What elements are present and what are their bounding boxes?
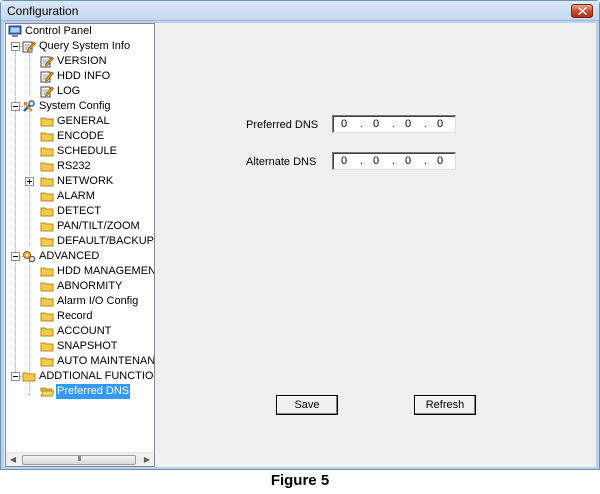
expand-toggle-query-system-info[interactable] — [11, 42, 20, 51]
computer-icon — [8, 25, 22, 37]
ip-octet: 0 — [341, 155, 348, 167]
tree-item-label: NETWORK — [57, 175, 114, 187]
notepad-pencil-icon — [40, 71, 54, 83]
folder-icon — [40, 162, 54, 172]
tree-item-label: VERSION — [57, 55, 107, 67]
tree-horizontal-scrollbar[interactable]: ◀ III ▶ — [6, 452, 154, 466]
expand-toggle-addtional-function[interactable] — [11, 372, 20, 381]
close-icon — [578, 7, 587, 15]
alternate-dns-label: Alternate DNS — [246, 156, 317, 168]
save-button[interactable]: Save — [276, 395, 338, 415]
folder-icon — [40, 297, 54, 307]
refresh-button[interactable]: Refresh — [414, 395, 476, 415]
notepad-pencil-icon — [40, 86, 54, 98]
folder-icon — [40, 342, 54, 352]
title-bar[interactable]: Configuration — [1, 1, 599, 21]
ip-separator: . — [392, 118, 396, 130]
ip-octet: 0 — [373, 155, 380, 167]
tree-item-label: ENCODE — [57, 130, 105, 142]
tree-line — [29, 381, 30, 396]
figure-caption: Figure 5 — [270, 472, 330, 489]
folder-icon — [40, 282, 54, 292]
tree-item-label: System Config — [39, 100, 111, 112]
tree-item-label: Record — [57, 310, 93, 322]
tree-item-label: SNAPSHOT — [57, 340, 118, 352]
close-button[interactable] — [571, 4, 593, 18]
tree-item-label: ADVANCED — [39, 250, 100, 262]
ip-octet: 0 — [405, 118, 412, 130]
tree-item-label: RS232 — [57, 160, 91, 172]
ip-octet: 0 — [341, 118, 348, 130]
window-title: Configuration — [7, 4, 79, 18]
folder-icon — [40, 222, 54, 232]
tree-item-label: Control Panel — [25, 25, 92, 37]
ip-octet: 0 — [405, 155, 412, 167]
alternate-dns-input[interactable]: 0 . 0 . 0 . 0 — [332, 152, 456, 170]
tree-item-label: HDD INFO — [57, 70, 111, 82]
ip-separator: . — [392, 155, 396, 167]
tree-item-label: ADDTIONAL FUNCTION — [39, 370, 154, 382]
tree-item-label: GENERAL — [57, 115, 110, 127]
tree-item-label: Preferred DNS — [56, 384, 131, 399]
dns-settings-panel: Preferred DNS 0 . 0 . 0 . 0 Alternate DN… — [157, 23, 596, 467]
open-folder-icon — [40, 387, 54, 397]
folder-icon — [40, 312, 54, 322]
tree-item-label: DETECT — [57, 205, 101, 217]
folder-icon — [22, 372, 36, 382]
tree-item-label: Query System Info — [39, 40, 131, 52]
scroll-left-arrow-icon[interactable]: ◀ — [6, 453, 20, 467]
tree-item-label: HDD MANAGEMENT — [57, 265, 154, 277]
config-tree: Control Panel Query System Info VERSION … — [6, 24, 154, 451]
folder-icon — [40, 117, 54, 127]
ip-octet: 0 — [437, 118, 444, 130]
expand-toggle-network[interactable] — [25, 177, 34, 186]
expand-toggle-system-config[interactable] — [11, 102, 20, 111]
ip-separator: . — [424, 155, 428, 167]
tree-item-label: ABNORMITY — [57, 280, 123, 292]
notepad-pencil-icon — [40, 56, 54, 68]
ip-separator: . — [360, 155, 364, 167]
tree-item-label: SCHEDULE — [57, 145, 117, 157]
folder-icon — [40, 207, 54, 217]
tools-icon — [23, 100, 35, 112]
tree-line — [29, 261, 30, 381]
ip-separator: . — [424, 118, 428, 130]
preferred-dns-label: Preferred DNS — [246, 119, 319, 131]
tree-item-label: LOG — [57, 85, 81, 97]
tree-line — [29, 51, 30, 96]
notepad-pencil-icon — [22, 41, 36, 53]
ip-octet: 0 — [373, 118, 380, 130]
preferred-dns-input[interactable]: 0 . 0 . 0 . 0 — [332, 115, 456, 133]
ip-separator: . — [360, 118, 364, 130]
tree-line — [15, 51, 16, 380]
gears-icon — [23, 251, 36, 263]
folder-icon — [40, 192, 54, 202]
scroll-thumb[interactable]: III — [22, 455, 136, 465]
configuration-window: Configuration Control Panel Query System… — [0, 0, 600, 470]
tree-item-label: ACCOUNT — [57, 325, 112, 337]
tree-item-label: DEFAULT/BACKUP — [57, 235, 154, 247]
ip-octet: 0 — [437, 155, 444, 167]
tree-item-label: ALARM — [57, 190, 95, 202]
tree-item-label: AUTO MAINTENANCE — [57, 355, 154, 367]
folder-icon — [40, 357, 54, 367]
client-area: Control Panel Query System Info VERSION … — [4, 23, 596, 467]
tree-item-label: PAN/TILT/ZOOM — [57, 220, 140, 232]
folder-icon — [40, 267, 54, 277]
tree-panel: Control Panel Query System Info VERSION … — [5, 23, 155, 467]
tree-item-label: Alarm I/O Config — [57, 295, 139, 307]
folder-icon — [40, 327, 54, 337]
folder-icon — [40, 147, 54, 157]
expand-toggle-advanced[interactable] — [11, 252, 20, 261]
folder-icon — [40, 132, 54, 142]
folder-icon — [40, 177, 54, 187]
folder-icon — [40, 237, 54, 247]
scroll-right-arrow-icon[interactable]: ▶ — [140, 453, 154, 467]
